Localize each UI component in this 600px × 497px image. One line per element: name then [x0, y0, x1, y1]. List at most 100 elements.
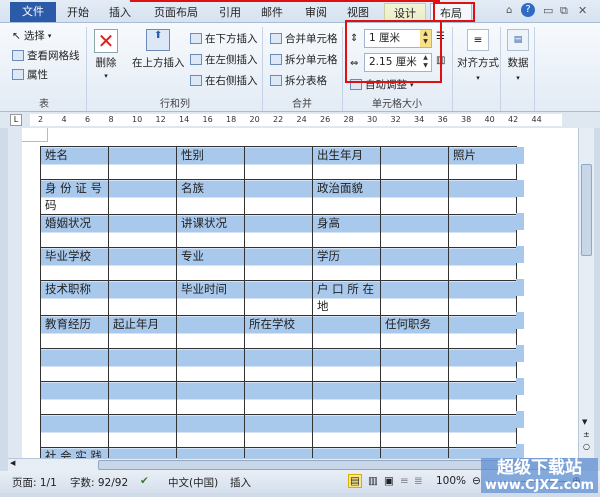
table-cell[interactable]: 社 会 实 践: [40, 447, 109, 458]
alignment-button[interactable]: ≡ 对齐方式 ▾: [456, 29, 500, 82]
resume-table[interactable]: 姓名 性别 出生年月 照片身 份 证 号 码 名族 政治面貌 婚姻状况 讲课状况 身高 毕业学校 专…: [40, 146, 517, 458]
vertical-ruler[interactable]: [8, 128, 22, 458]
tab-design[interactable]: 设计: [384, 3, 426, 22]
table-cell[interactable]: [108, 348, 177, 382]
tab-layout[interactable]: 布局: [430, 3, 472, 22]
properties-button[interactable]: 属性: [12, 67, 48, 82]
table-cell[interactable]: [244, 146, 313, 180]
view-gridlines-button[interactable]: 查看网格线: [12, 48, 80, 63]
tab-insert[interactable]: 插入: [102, 3, 138, 22]
table-cell[interactable]: 任何职务: [380, 315, 449, 349]
table-cell[interactable]: [244, 381, 313, 415]
table-cell[interactable]: [244, 348, 313, 382]
column-width-input[interactable]: 2.15 厘米 ▲ ▼: [364, 53, 432, 72]
table-cell[interactable]: [380, 348, 449, 382]
table-cell[interactable]: [380, 179, 449, 215]
delete-button[interactable]: ✕ 删除 ▾: [94, 29, 118, 80]
table-cell[interactable]: [244, 214, 313, 248]
row-height-spinner[interactable]: ▲ ▼: [420, 30, 431, 47]
table-cell[interactable]: 技术职称: [40, 280, 109, 316]
zoom-level[interactable]: 100%: [436, 475, 466, 487]
table-cell[interactable]: [108, 146, 177, 180]
vertical-scroll-thumb[interactable]: [581, 164, 592, 256]
table-cell[interactable]: [244, 179, 313, 215]
print-layout-icon[interactable]: ▤: [348, 474, 362, 488]
table-cell[interactable]: [108, 381, 177, 415]
table-cell[interactable]: [108, 214, 177, 248]
table-cell[interactable]: [380, 146, 449, 180]
table-cell[interactable]: 政治面貌: [312, 179, 381, 215]
table-cell[interactable]: [176, 348, 245, 382]
table-cell[interactable]: [448, 414, 517, 448]
table-cell[interactable]: [380, 247, 449, 281]
horizontal-ruler[interactable]: L 2 4 6 8 10 12 14 16 18 20 22 24 26 28 30 32 34 36 38 40 42 4…: [0, 112, 600, 128]
table-cell[interactable]: [448, 280, 517, 316]
full-screen-icon[interactable]: ▥: [368, 475, 378, 487]
table-cell[interactable]: 身高: [312, 214, 381, 248]
table-cell[interactable]: [244, 414, 313, 448]
tab-home[interactable]: 开始: [60, 3, 96, 22]
distribute-columns-icon[interactable]: ▥: [436, 55, 445, 66]
table-cell[interactable]: [176, 315, 245, 349]
table-cell[interactable]: 出生年月: [312, 146, 381, 180]
table-cell[interactable]: [312, 348, 381, 382]
insert-mode[interactable]: 插入: [230, 475, 251, 490]
table-cell[interactable]: [380, 214, 449, 248]
insert-right-button[interactable]: 在右侧插入: [190, 73, 258, 88]
prev-page-icon[interactable]: ±: [583, 430, 590, 439]
tab-review[interactable]: 审阅: [298, 3, 334, 22]
scroll-down-icon[interactable]: ▼: [582, 418, 587, 426]
close-icon[interactable]: ✕: [578, 4, 587, 17]
table-cell[interactable]: [176, 414, 245, 448]
proofing-icon[interactable]: ✔: [140, 475, 149, 487]
table-cell[interactable]: [40, 381, 109, 415]
scroll-left-icon[interactable]: ◀: [10, 459, 15, 467]
split-cells-button[interactable]: 拆分单元格: [270, 52, 338, 67]
table-cell[interactable]: 毕业学校: [40, 247, 109, 281]
insert-left-button[interactable]: 在左侧插入: [190, 52, 258, 67]
column-width-spinner[interactable]: ▲ ▼: [420, 54, 431, 71]
table-cell[interactable]: [244, 280, 313, 316]
table-cell[interactable]: [40, 348, 109, 382]
table-cell[interactable]: [448, 381, 517, 415]
table-cell[interactable]: 照片: [448, 146, 517, 180]
table-cell[interactable]: 名族: [176, 179, 245, 215]
web-layout-icon[interactable]: ▣: [384, 475, 394, 487]
language[interactable]: 中文(中国): [168, 475, 218, 490]
merge-cells-button[interactable]: 合并单元格: [270, 31, 338, 46]
distribute-rows-icon[interactable]: ☰: [436, 31, 445, 42]
table-cell[interactable]: [312, 414, 381, 448]
table-cell[interactable]: [244, 447, 313, 458]
outline-icon[interactable]: ≡: [400, 475, 409, 487]
table-cell[interactable]: 教育经历: [40, 315, 109, 349]
table-cell[interactable]: [108, 247, 177, 281]
table-cell[interactable]: [448, 315, 517, 349]
table-cell[interactable]: [448, 447, 517, 458]
vertical-scrollbar[interactable]: ▼ ± ○: [578, 128, 594, 458]
table-cell[interactable]: 专业: [176, 247, 245, 281]
data-button[interactable]: ▤ 数据 ▾: [506, 29, 530, 82]
table-cell[interactable]: [380, 381, 449, 415]
table-cell[interactable]: [448, 247, 517, 281]
table-cell[interactable]: [448, 179, 517, 215]
table-cell[interactable]: [312, 447, 381, 458]
tab-page-layout[interactable]: 页面布局: [148, 3, 204, 22]
table-cell[interactable]: 婚姻状况: [40, 214, 109, 248]
table-cell[interactable]: [108, 179, 177, 215]
page-count[interactable]: 页面: 1/1: [12, 475, 57, 490]
table-cell[interactable]: [108, 447, 177, 458]
table-cell[interactable]: [380, 280, 449, 316]
minimize-icon[interactable]: ▭: [543, 4, 553, 17]
table-cell[interactable]: 姓名: [40, 146, 109, 180]
autofit-button[interactable]: 自动调整 ▾: [350, 77, 414, 92]
tab-mailings[interactable]: 邮件: [254, 3, 290, 22]
insert-below-button[interactable]: 在下方插入: [190, 31, 258, 46]
tab-file[interactable]: 文件: [10, 2, 56, 22]
draft-icon[interactable]: ≣: [414, 475, 423, 487]
tab-references[interactable]: 引用: [212, 3, 248, 22]
split-table-button[interactable]: 拆分表格: [270, 73, 327, 88]
table-cell[interactable]: [108, 414, 177, 448]
row-height-input[interactable]: 1 厘米 ▲ ▼: [364, 29, 432, 48]
word-count[interactable]: 字数: 92/92: [70, 475, 128, 490]
table-cell[interactable]: [380, 447, 449, 458]
